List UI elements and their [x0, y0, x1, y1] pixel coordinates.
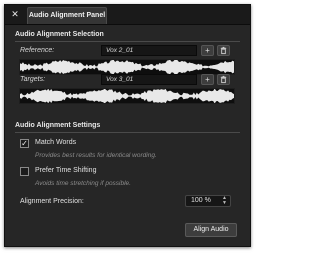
divider [15, 41, 240, 42]
divider [15, 132, 240, 133]
delete-reference-button[interactable] [217, 45, 230, 56]
add-target-button[interactable]: + [201, 74, 214, 85]
trash-icon [220, 75, 227, 84]
match-words-label: Match Words [35, 139, 77, 146]
stepper-arrows-icon: ▲ ▼ [222, 195, 227, 206]
targets-waveform [19, 88, 235, 104]
match-words-hint: Provides best results for identical word… [35, 152, 157, 159]
section-title-settings: Audio Alignment Settings [15, 122, 101, 129]
reference-label: Reference: [20, 47, 55, 54]
alignment-precision-select[interactable]: 100 % ▲ ▼ [185, 195, 231, 207]
tab-audio-alignment-panel[interactable]: Audio Alignment Panel [27, 7, 107, 24]
alignment-precision-value: 100 % [191, 197, 211, 204]
reference-field[interactable]: Vox 2_01 [101, 45, 197, 56]
prefer-time-shifting-hint: Avoids time stretching if possible. [35, 180, 131, 187]
alignment-precision-label: Alignment Precision: [20, 198, 84, 205]
reference-waveform [19, 59, 235, 75]
targets-label: Targets: [20, 76, 46, 83]
prefer-time-shifting-label: Prefer Time Shifting [35, 167, 97, 174]
prefer-time-shifting-checkbox[interactable] [20, 167, 29, 176]
close-icon[interactable]: ✕ [10, 9, 20, 19]
audio-alignment-panel: ✕ Audio Alignment Panel Audio Alignment … [4, 4, 251, 247]
match-words-checkbox[interactable]: ✓ [20, 139, 29, 148]
delete-target-button[interactable] [217, 74, 230, 85]
section-title-selection: Audio Alignment Selection [15, 31, 104, 38]
add-reference-button[interactable]: + [201, 45, 214, 56]
title-bar: ✕ Audio Alignment Panel [5, 5, 250, 25]
trash-icon [220, 46, 227, 55]
align-audio-button[interactable]: Align Audio [185, 223, 237, 237]
targets-field[interactable]: Vox 3_01 [101, 74, 197, 85]
